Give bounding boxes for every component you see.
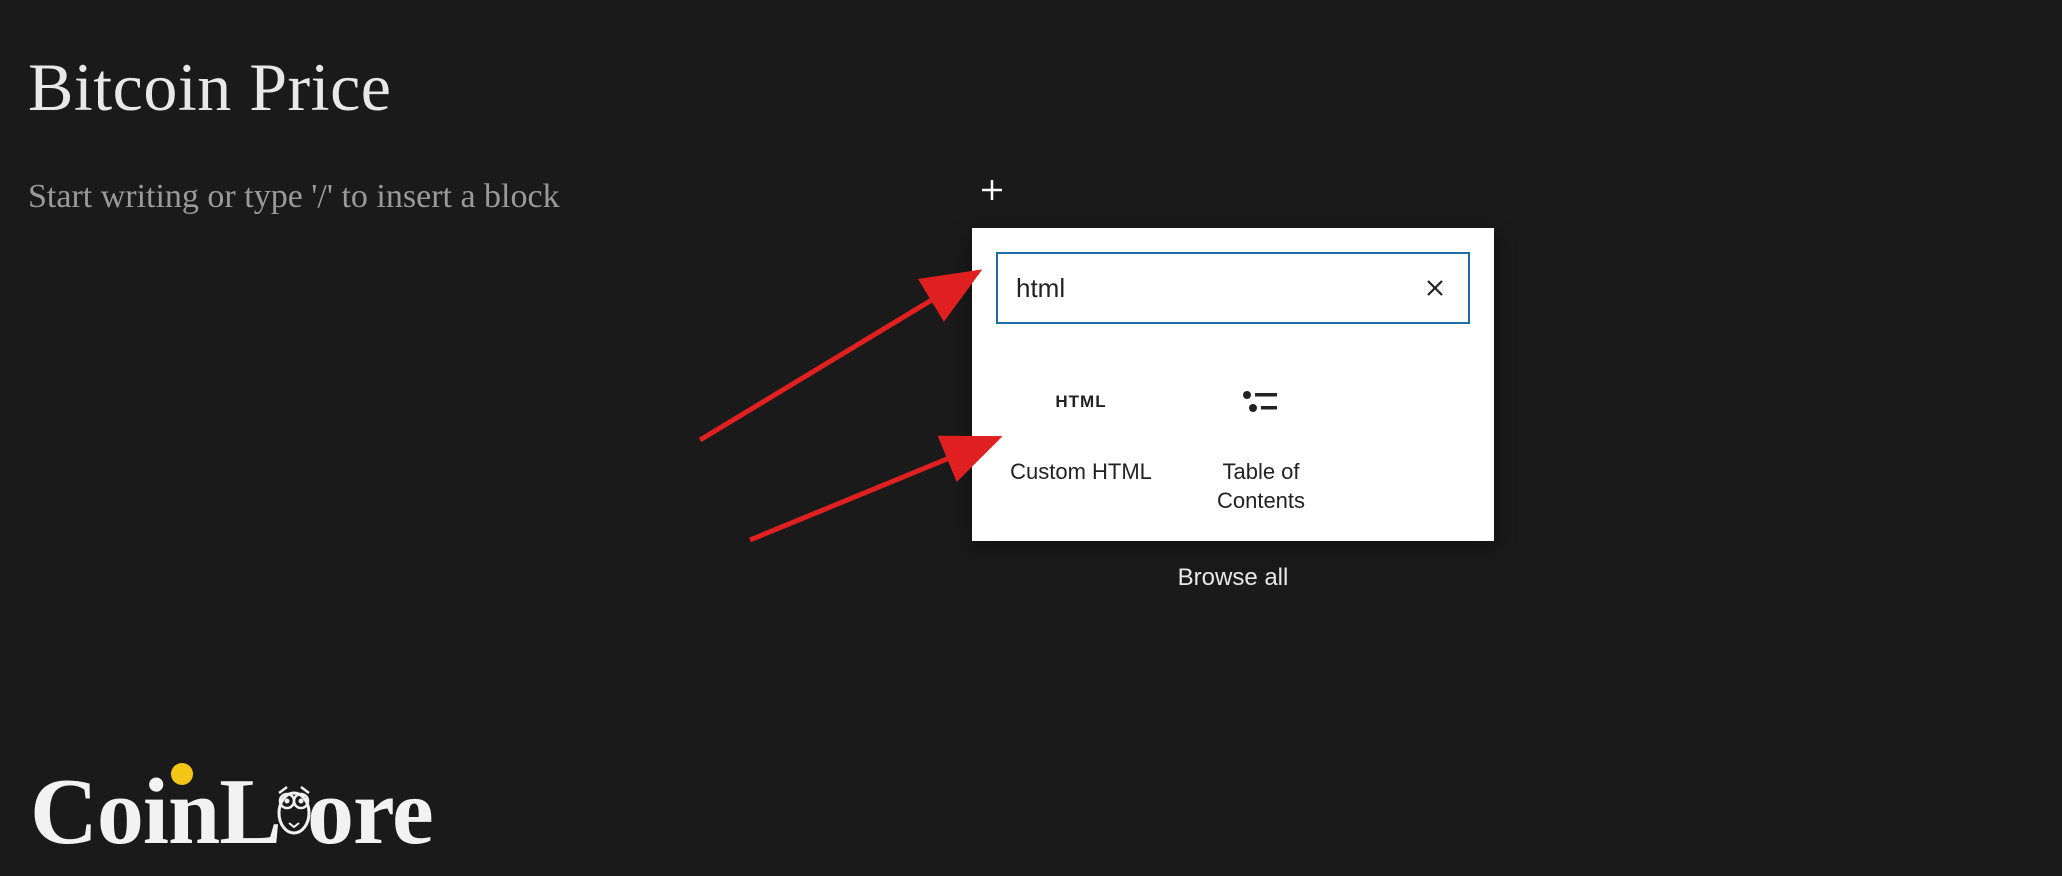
close-icon	[1423, 276, 1447, 300]
block-placeholder[interactable]: Start writing or type '/' to insert a bl…	[28, 178, 560, 216]
block-search-input[interactable]	[1016, 273, 1420, 304]
browse-all-link[interactable]: Browse all	[972, 550, 1494, 606]
block-search-field	[996, 252, 1470, 324]
page-title[interactable]: Bitcoin Price	[28, 48, 391, 127]
logo-text: L	[219, 758, 281, 866]
clear-search-button[interactable]	[1420, 273, 1450, 303]
block-inserter-popover: HTML Custom HTML Table of Contents	[972, 228, 1494, 541]
add-block-button[interactable]	[974, 172, 1010, 208]
coinlore-logo: Coin L ore	[30, 758, 433, 866]
logo-text: ore	[307, 758, 433, 866]
owl-icon	[275, 783, 313, 835]
html-icon: HTML	[1055, 382, 1106, 422]
plus-icon	[977, 175, 1007, 205]
annotation-arrow	[690, 250, 1000, 450]
block-item-table-of-contents[interactable]: Table of Contents	[1176, 374, 1346, 523]
block-label: Custom HTML	[1010, 458, 1152, 487]
block-item-custom-html[interactable]: HTML Custom HTML	[996, 374, 1166, 523]
block-results: HTML Custom HTML Table of Contents	[996, 374, 1470, 523]
toc-icon	[1241, 382, 1281, 422]
block-label: Table of Contents	[1217, 458, 1305, 515]
